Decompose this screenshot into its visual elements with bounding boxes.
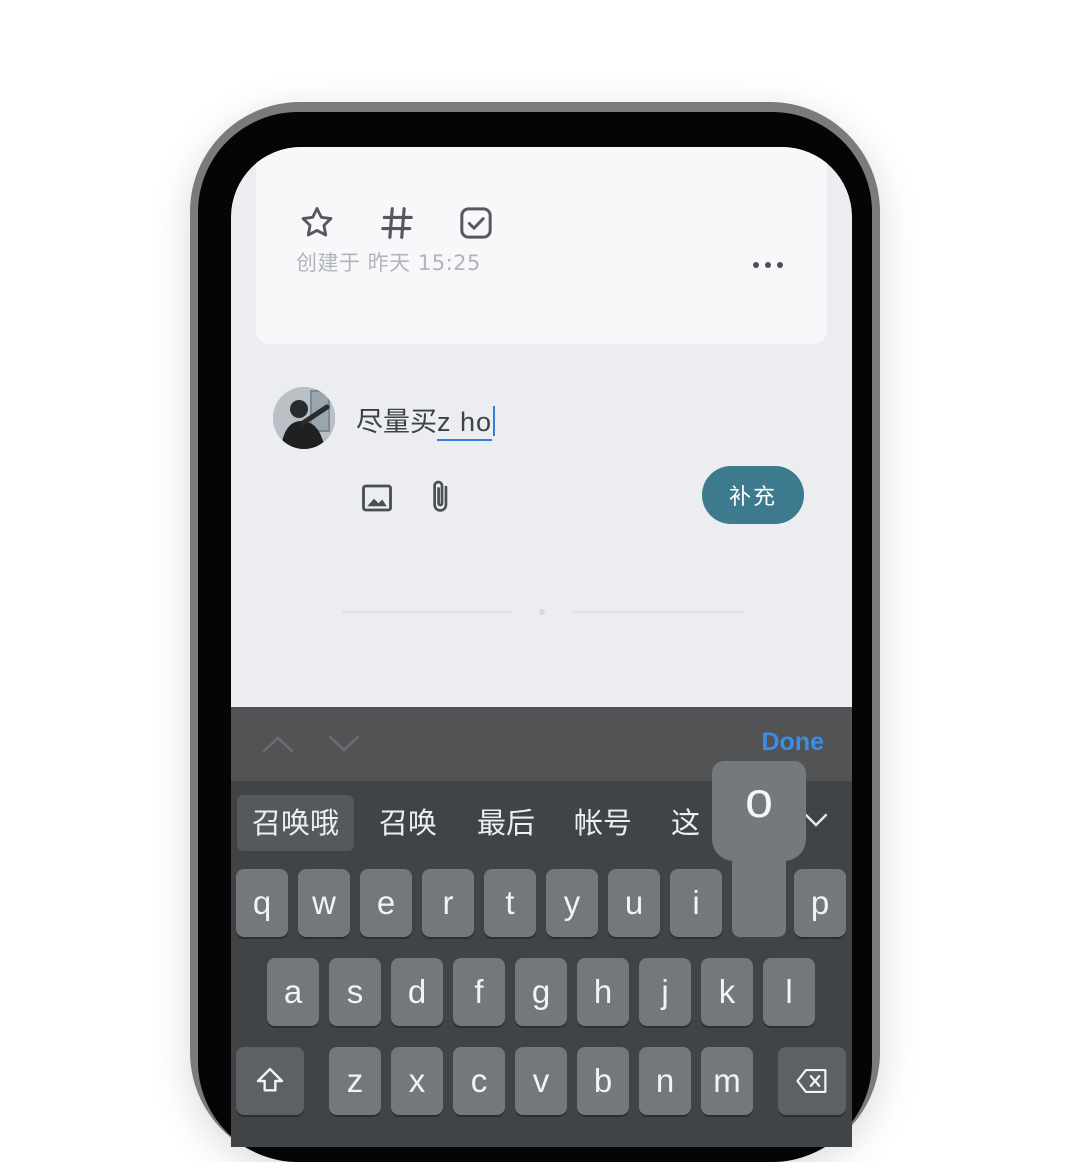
key-r[interactable]: r (422, 869, 474, 937)
key-z[interactable]: z (329, 1047, 381, 1115)
shift-key[interactable] (236, 1047, 304, 1115)
key-k[interactable]: k (701, 958, 753, 1026)
key-l[interactable]: l (763, 958, 815, 1026)
composing-text: z ho (437, 407, 493, 441)
more-icon[interactable] (753, 255, 793, 275)
comment-text: 尽量买 (356, 407, 437, 438)
delete-key[interactable] (778, 1047, 846, 1115)
key-a[interactable]: a (267, 958, 319, 1026)
comment-input[interactable]: 尽量买z ho (356, 400, 496, 441)
key-c[interactable]: c (453, 1047, 505, 1115)
candidates-expand-icon[interactable] (803, 809, 829, 835)
done-button[interactable]: Done (762, 728, 825, 757)
key-m[interactable]: m (701, 1047, 753, 1115)
backspace-icon (796, 1068, 827, 1094)
key-s[interactable]: s (329, 958, 381, 1026)
key-o-popup-letter: o (745, 772, 773, 828)
chevron-up-icon[interactable] (261, 729, 295, 763)
key-h[interactable]: h (577, 958, 629, 1026)
key-v[interactable]: v (515, 1047, 567, 1115)
checkbox-icon[interactable] (456, 203, 496, 243)
key-g[interactable]: g (515, 958, 567, 1026)
candidate-item[interactable]: 帐号 (566, 795, 640, 851)
divider-dot (539, 609, 545, 615)
star-icon[interactable] (298, 204, 336, 242)
key-w[interactable]: w (298, 869, 350, 937)
key-u[interactable]: u (608, 869, 660, 937)
key-j[interactable]: j (639, 958, 691, 1026)
created-timestamp: 创建于 昨天 15:25 (296, 251, 481, 275)
key-d[interactable]: d (391, 958, 443, 1026)
candidate-item[interactable]: 这 (663, 795, 708, 851)
phone-bezel: 创建于 昨天 15:25 尽量买z ho 补充 Done 召唤哦 召唤 最后 帐… (198, 112, 872, 1162)
note-card: 创建于 昨天 15:25 (256, 147, 827, 344)
text-cursor (493, 406, 496, 436)
key-y[interactable]: y (546, 869, 598, 937)
image-icon[interactable] (359, 480, 395, 516)
key-f[interactable]: f (453, 958, 505, 1026)
divider-left (342, 611, 512, 613)
key-q[interactable]: q (236, 869, 288, 937)
key-o-popup[interactable]: o (712, 761, 806, 937)
key-t[interactable]: t (484, 869, 536, 937)
candidate-item[interactable]: 最后 (469, 795, 543, 851)
divider-right (573, 611, 743, 613)
avatar (273, 387, 335, 449)
candidate-item[interactable]: 召唤 (371, 795, 445, 851)
candidate-item[interactable]: 召唤哦 (237, 795, 355, 851)
shift-icon (256, 1067, 284, 1092)
chevron-down-icon[interactable] (327, 729, 361, 763)
key-x[interactable]: x (391, 1047, 443, 1115)
key-b[interactable]: b (577, 1047, 629, 1115)
paperclip-icon[interactable] (424, 477, 458, 517)
submit-button[interactable]: 补充 (702, 466, 804, 524)
phone-frame: 创建于 昨天 15:25 尽量买z ho 补充 Done 召唤哦 召唤 最后 帐… (190, 102, 880, 1162)
key-n[interactable]: n (639, 1047, 691, 1115)
hashtag-icon[interactable] (378, 204, 416, 242)
screen: 创建于 昨天 15:25 尽量买z ho 补充 Done 召唤哦 召唤 最后 帐… (231, 147, 852, 1147)
key-e[interactable]: e (360, 869, 412, 937)
